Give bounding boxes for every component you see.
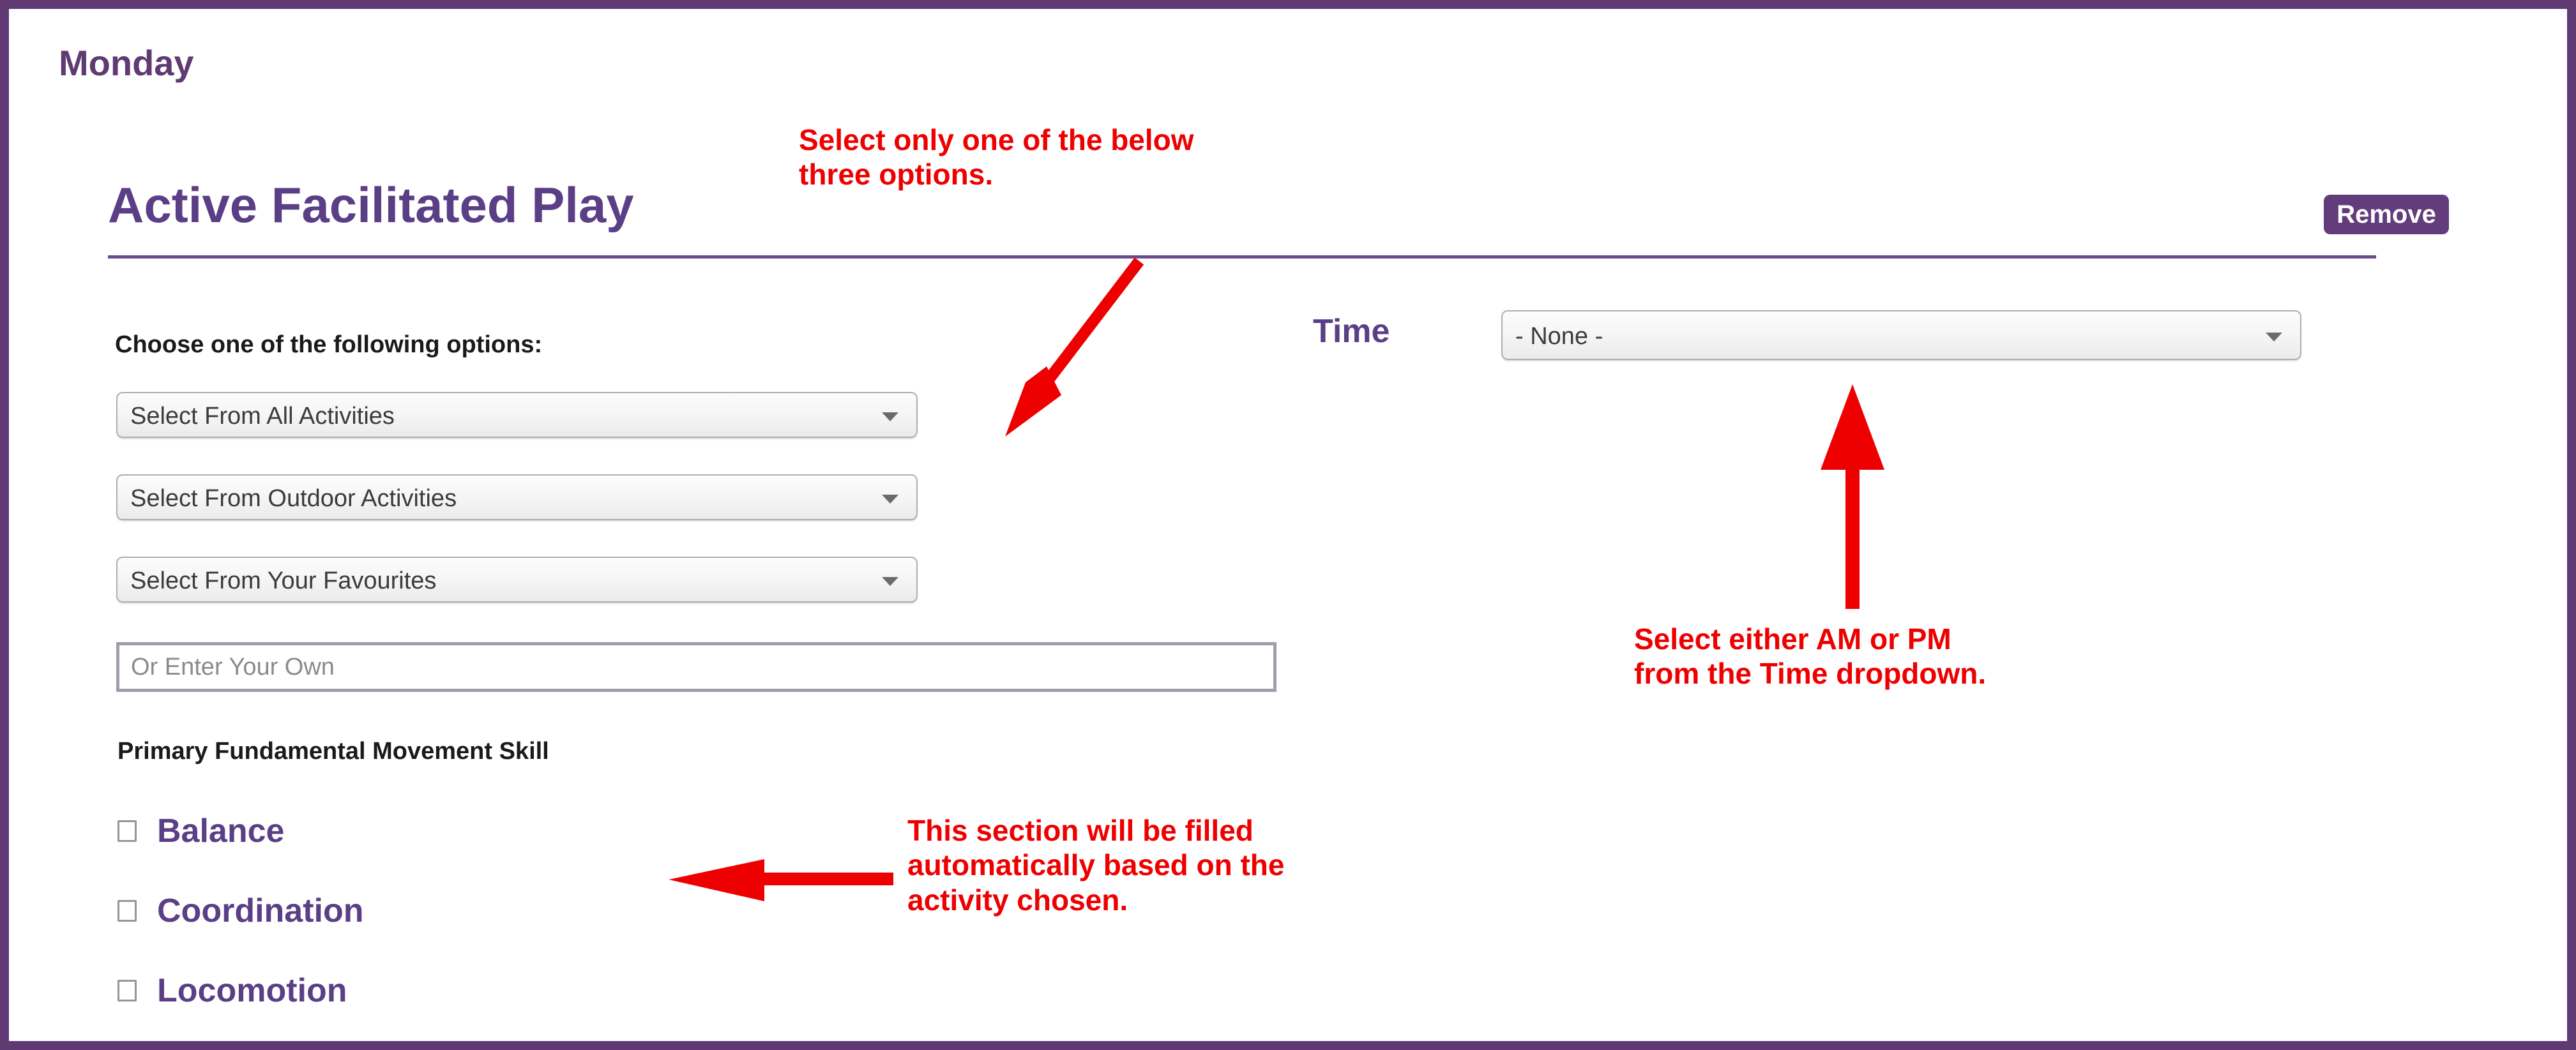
select-from-all-activities-dropdown[interactable]: Select From All Activities — [116, 392, 918, 438]
day-label: Monday — [59, 43, 194, 83]
time-label: Time — [1313, 313, 1390, 350]
screenshot-frame: Monday Active Facilitated Play Remove Ch… — [0, 0, 2576, 1050]
choose-options-label: Choose one of the following options: — [115, 331, 543, 358]
skill-row[interactable]: Balance — [117, 810, 284, 852]
checkbox-coordination[interactable] — [117, 900, 137, 922]
primary-fundamental-movement-skill-label: Primary Fundamental Movement Skill — [117, 738, 549, 765]
select-from-outdoor-activities-value: Select From Outdoor Activities — [130, 485, 457, 512]
select-from-your-favourites-value: Select From Your Favourites — [130, 567, 437, 594]
checkbox-balance[interactable] — [117, 820, 137, 842]
skill-label-locomotion: Locomotion — [157, 972, 347, 1009]
time-dropdown-value: - None - — [1515, 323, 1603, 350]
enter-your-own-input[interactable] — [116, 642, 1277, 692]
chevron-down-icon — [882, 495, 898, 504]
annotation-auto-filled-section: This section will be filled automaticall… — [907, 814, 1285, 917]
skill-label-balance: Balance — [157, 813, 285, 850]
chevron-down-icon — [882, 577, 898, 586]
select-from-all-activities-value: Select From All Activities — [130, 403, 395, 430]
select-from-your-favourites-dropdown[interactable]: Select From Your Favourites — [116, 557, 918, 603]
form-panel: Monday Active Facilitated Play Remove Ch… — [9, 9, 2567, 1041]
annotation-select-one-option: Select only one of the below three optio… — [799, 123, 1194, 191]
remove-button[interactable]: Remove — [2324, 195, 2449, 234]
checkbox-locomotion[interactable] — [117, 980, 137, 1001]
skill-row[interactable]: Locomotion — [117, 970, 347, 1012]
page-title: Active Facilitated Play — [108, 177, 634, 233]
time-dropdown[interactable]: - None - — [1501, 310, 2301, 360]
arrow-diagonal-to-dropdowns — [1005, 257, 1144, 437]
select-from-outdoor-activities-dropdown[interactable]: Select From Outdoor Activities — [116, 474, 918, 520]
arrow-up-to-time-dropdown — [1821, 384, 1884, 609]
skill-row[interactable]: Coordination — [117, 890, 364, 932]
chevron-down-icon — [882, 412, 898, 421]
skill-label-coordination: Coordination — [157, 892, 364, 929]
section-divider — [108, 255, 2376, 259]
annotation-select-am-pm: Select either AM or PM from the Time dro… — [1634, 622, 1987, 691]
chevron-down-icon — [2266, 333, 2282, 341]
arrow-left-to-skills — [669, 859, 893, 901]
